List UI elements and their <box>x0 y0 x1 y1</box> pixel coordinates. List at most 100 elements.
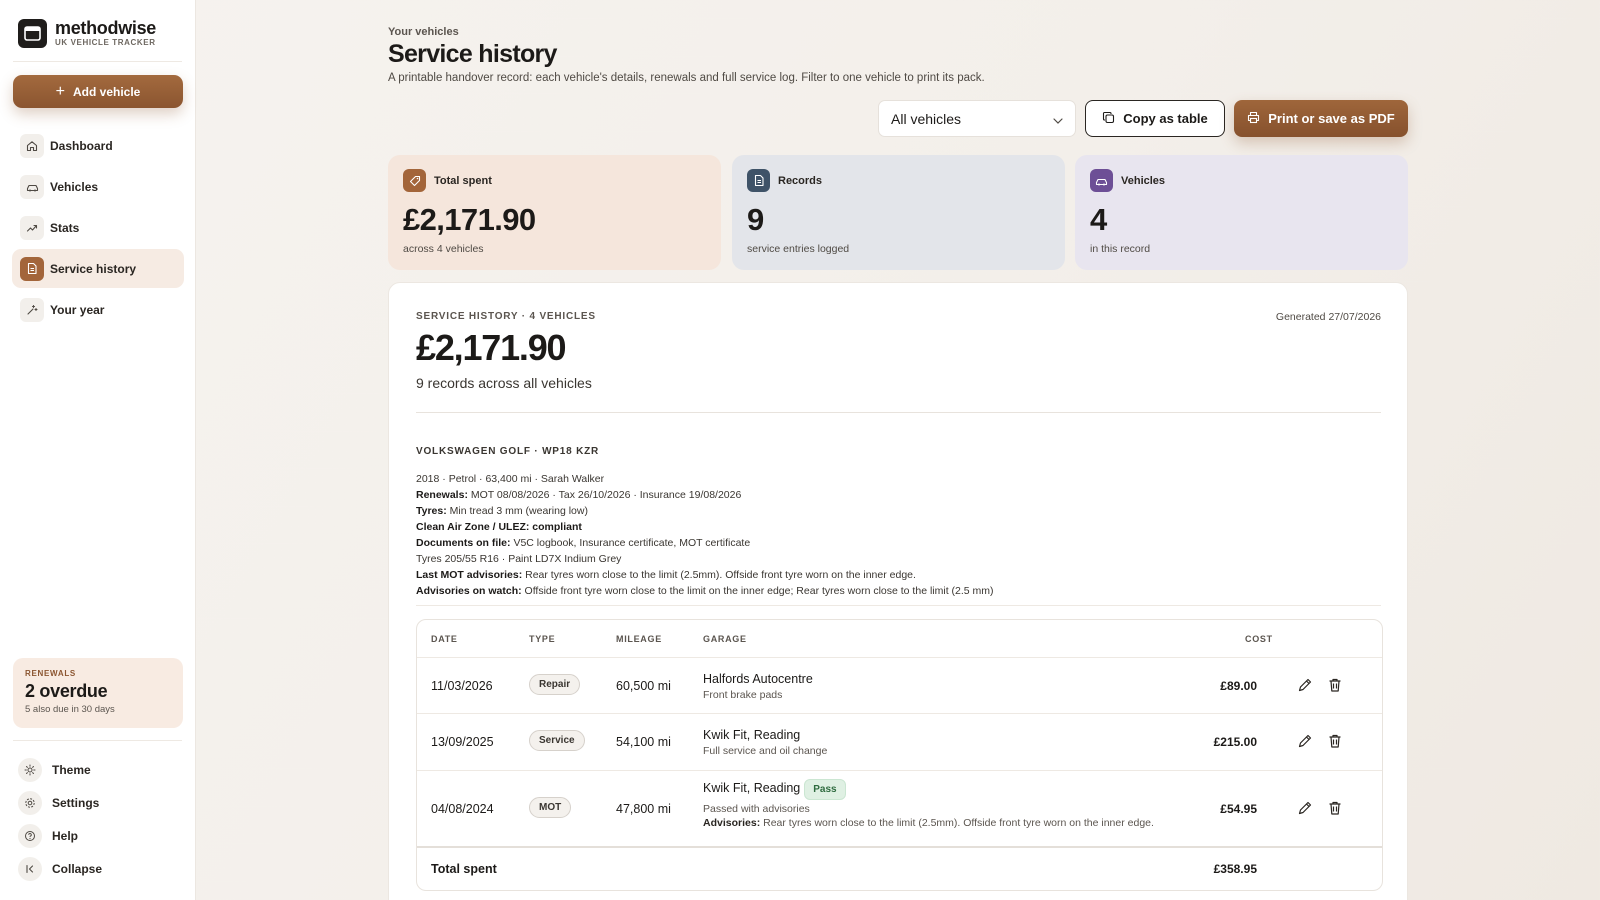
advisories-label: Advisories: <box>703 817 761 829</box>
stat-label: Records <box>778 174 823 187</box>
edit-icon[interactable] <box>1297 800 1313 819</box>
delete-icon[interactable] <box>1327 733 1343 752</box>
renewals-label: RENEWALS <box>25 669 76 678</box>
page-description: A printable handover record: each vehicl… <box>388 72 985 84</box>
vehicle-filter-value: All vehicles <box>891 110 962 127</box>
renewals-headline: 2 overdue <box>25 681 108 701</box>
page-title: Service history <box>388 40 557 68</box>
table-row[interactable]: 11/03/2026 Repair 60,500 mi Halfords Aut… <box>417 658 1382 714</box>
divider <box>13 740 182 741</box>
page-eyebrow: Your vehicles <box>388 26 459 38</box>
collapse-button[interactable]: Collapse <box>18 852 188 885</box>
generated-date: Generated 27/07/2026 <box>1275 311 1381 323</box>
garage-name: Kwik Fit, Reading <box>703 728 801 742</box>
row-date: 13/09/2025 <box>431 735 494 749</box>
type-badge: Service <box>529 730 585 751</box>
divider <box>13 61 182 62</box>
column-header-garage: GARAGE <box>703 634 747 644</box>
sidebar-bottom-nav: Theme Settings Help Collapse <box>18 753 188 885</box>
garage-note: Passed with advisories <box>703 803 810 815</box>
brand-logo-icon <box>18 19 47 48</box>
add-vehicle-button[interactable]: + Add vehicle <box>13 75 183 108</box>
delete-icon[interactable] <box>1327 677 1343 696</box>
renewals-card[interactable]: RENEWALS 2 overdue 5 also due in 30 days <box>13 658 183 728</box>
column-header-type: TYPE <box>529 634 556 644</box>
trend-icon <box>20 215 44 240</box>
vehicle-watch-advisories: Advisories on watch: Offside front tyre … <box>416 583 994 599</box>
settings-label: Settings <box>52 795 100 810</box>
document-icon <box>747 169 770 192</box>
vehicle-filter-select[interactable]: All vehicles <box>878 100 1076 137</box>
sun-icon <box>18 757 42 782</box>
help-label: Help <box>52 828 79 843</box>
row-garage: Kwik Fit, Reading Pass Passed with adviso… <box>703 779 1154 829</box>
sparkle-icon <box>20 297 44 322</box>
brand-tagline: UK VEHICLE TRACKER <box>55 38 156 47</box>
edit-icon[interactable] <box>1297 677 1313 696</box>
sidebar-item-service-history[interactable]: Service history <box>12 249 184 288</box>
vehicle-summary: 2018 · Petrol · 63,400 mi · Sarah Walker <box>416 473 605 485</box>
table-footer: Total spent £358.95 <box>417 848 1382 890</box>
column-header-cost: COST <box>1245 634 1273 644</box>
documents-field-label: Documents on file: <box>416 537 511 549</box>
total-label: Total spent <box>431 862 497 876</box>
row-garage: Halfords Autocentre Front brake pads <box>703 672 813 701</box>
sidebar-item-label: Stats <box>50 220 80 235</box>
mot-field-value: Rear tyres worn close to the limit (2.5m… <box>525 569 916 581</box>
sidebar: methodwise UK VEHICLE TRACKER + Add vehi… <box>0 0 196 900</box>
document-icon <box>20 256 44 281</box>
service-table: DATE TYPE MILEAGE GARAGE COST 11/03/2026… <box>416 619 1383 891</box>
settings-button[interactable]: Settings <box>18 786 188 819</box>
renewals-field-value: MOT 08/08/2026 · Tax 26/10/2026 · Insura… <box>470 489 742 501</box>
vehicle-documents: Documents on file: V5C logbook, Insuranc… <box>416 535 994 551</box>
type-badge: Repair <box>529 674 581 695</box>
ulez-status: Clean Air Zone / ULEZ: compliant <box>416 521 582 533</box>
stat-value: £2,171.90 <box>403 202 536 237</box>
row-garage: Kwik Fit, Reading Full service and oil c… <box>703 728 827 757</box>
collapse-icon <box>18 856 42 881</box>
row-cost: £215.00 <box>1213 735 1257 749</box>
watch-field-label: Advisories on watch: <box>416 585 522 597</box>
garage-note: Full service and oil change <box>703 745 828 757</box>
print-label: Print or save as PDF <box>1268 111 1395 126</box>
stat-label: Total spent <box>434 174 492 187</box>
help-button[interactable]: Help <box>18 819 188 852</box>
sidebar-item-dashboard[interactable]: Dashboard <box>12 126 184 165</box>
vehicle-ulez: Clean Air Zone / ULEZ: compliant <box>416 519 994 535</box>
vehicle-spec: Tyres 205/55 R16 · Paint LD7X Indium Gre… <box>416 553 622 565</box>
sidebar-item-your-year[interactable]: Your year <box>12 290 184 329</box>
row-mileage: 54,100 mi <box>616 735 671 749</box>
brand[interactable]: methodwise UK VEHICLE TRACKER <box>18 19 156 48</box>
copy-as-table-button[interactable]: Copy as table <box>1085 100 1225 137</box>
sidebar-item-vehicles[interactable]: Vehicles <box>12 167 184 206</box>
vehicle-details: 2018 · Petrol · 63,400 mi · Sarah Walker… <box>416 471 994 599</box>
theme-button[interactable]: Theme <box>18 753 188 786</box>
tag-icon <box>403 169 426 192</box>
advisories-text: Rear tyres worn close to the limit (2.5m… <box>763 817 1154 829</box>
divider <box>416 412 1381 413</box>
sidebar-item-label: Vehicles <box>50 179 99 194</box>
type-badge: MOT <box>529 797 572 818</box>
print-pdf-button[interactable]: Print or save as PDF <box>1234 100 1408 137</box>
total-value: £358.95 <box>1213 862 1257 876</box>
theme-label: Theme <box>52 762 91 777</box>
brand-name: methodwise <box>55 18 157 38</box>
delete-icon[interactable] <box>1327 800 1343 819</box>
collapse-label: Collapse <box>52 861 103 876</box>
row-cost: £54.95 <box>1220 802 1257 816</box>
garage-advisories: Advisories: Rear tyres worn close to the… <box>703 817 1154 829</box>
stat-sub: in this record <box>1090 243 1151 255</box>
service-history-report: SERVICE HISTORY · 4 VEHICLES Generated 2… <box>388 282 1408 900</box>
table-row[interactable]: 04/08/2024 MOT 47,800 mi Kwik Fit, Readi… <box>417 771 1382 848</box>
sidebar-item-stats[interactable]: Stats <box>12 208 184 247</box>
documents-field-value: V5C logbook, Insurance certificate, MOT … <box>513 537 751 549</box>
sidebar-nav: Dashboard Vehicles Stats Service history… <box>12 126 184 331</box>
vehicle-mot-advisories: Last MOT advisories: Rear tyres worn clo… <box>416 567 994 583</box>
tyres-field-value: Min tread 3 mm (wearing low) <box>449 505 588 517</box>
stat-card-vehicles: Vehicles 4 in this record <box>1075 155 1408 270</box>
vehicle-title: VOLKSWAGEN GOLF · WP18 KZR <box>416 446 600 457</box>
vehicle-renewals: Renewals: MOT 08/08/2026 · Tax 26/10/202… <box>416 487 994 503</box>
table-row[interactable]: 13/09/2025 Service 54,100 mi Kwik Fit, R… <box>417 714 1382 771</box>
row-date: 04/08/2024 <box>431 802 494 816</box>
edit-icon[interactable] <box>1297 733 1313 752</box>
